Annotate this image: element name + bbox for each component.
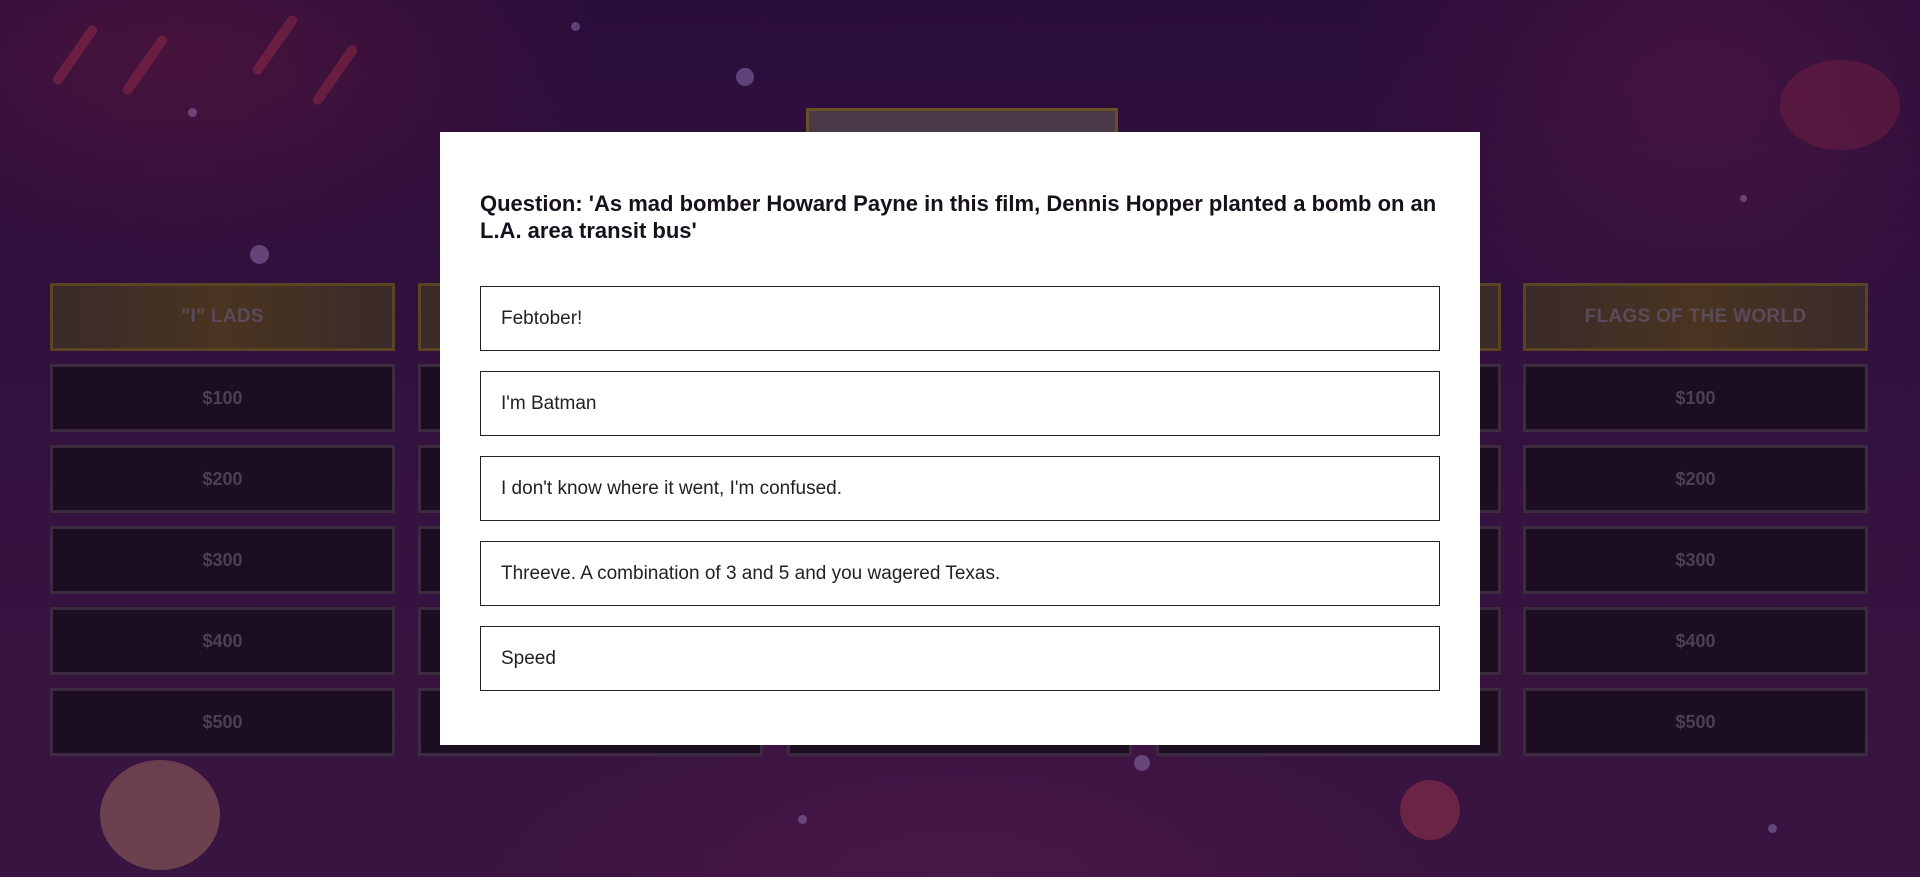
answer-option[interactable]: Febtober! — [480, 286, 1440, 351]
star-dot — [188, 108, 197, 117]
clue-tile[interactable]: $500 — [50, 688, 395, 756]
question-text: Question: 'As mad bomber Howard Payne in… — [480, 191, 1437, 243]
meteor-streak — [310, 43, 360, 107]
clue-tile[interactable]: $300 — [1523, 526, 1868, 594]
star-dot — [1740, 195, 1747, 202]
star-dot — [1768, 824, 1777, 833]
star-dot — [798, 815, 807, 824]
star-dot — [736, 68, 754, 86]
clue-tile[interactable]: $400 — [50, 607, 395, 675]
clue-tile[interactable]: $200 — [50, 445, 395, 513]
asteroid-shape — [1780, 60, 1900, 150]
meteor-streak — [250, 13, 300, 77]
question-modal: Question: 'As mad bomber Howard Payne in… — [440, 132, 1480, 745]
clue-tile[interactable]: $300 — [50, 526, 395, 594]
meteor-streak — [50, 23, 100, 87]
clue-tile[interactable]: $500 — [1523, 688, 1868, 756]
clue-tile[interactable]: $200 — [1523, 445, 1868, 513]
category-header: "I" LADS — [50, 283, 395, 351]
star-dot — [250, 245, 269, 264]
answer-option[interactable]: Speed — [480, 626, 1440, 691]
clue-tile[interactable]: $100 — [50, 364, 395, 432]
asteroid-shape — [1400, 780, 1460, 840]
category-header: FLAGS OF THE WORLD — [1523, 283, 1868, 351]
answer-option[interactable]: Threeve. A combination of 3 and 5 and yo… — [480, 541, 1440, 606]
answer-option[interactable]: I'm Batman — [480, 371, 1440, 436]
answer-option[interactable]: I don't know where it went, I'm confused… — [480, 456, 1440, 521]
clue-tile[interactable]: $400 — [1523, 607, 1868, 675]
meteor-streak — [120, 33, 170, 97]
category-column: FLAGS OF THE WORLD $100 $200 $300 $400 $… — [1523, 283, 1868, 756]
clue-tile[interactable]: $100 — [1523, 364, 1868, 432]
star-dot — [571, 22, 580, 31]
planet-shape — [100, 760, 220, 870]
category-column: "I" LADS $100 $200 $300 $400 $500 — [50, 283, 395, 756]
